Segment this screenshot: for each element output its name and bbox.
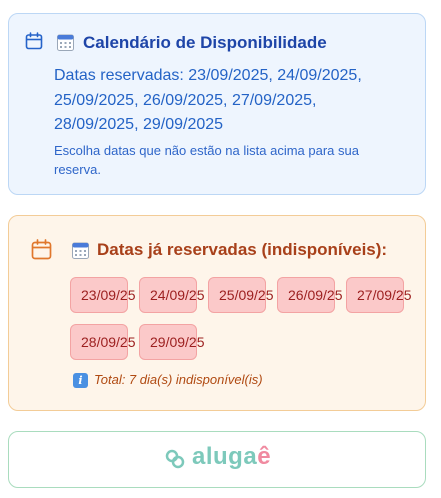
reserved-dates-card: Datas já reservadas (indisponíveis): 23/… [8,215,426,411]
reserved-date-chip: 27/09/25 [346,277,412,313]
reserved-date-label: 28/09/25 [81,334,136,350]
calendar-outline-icon [25,32,43,50]
reserved-date-label: 27/09/25 [357,287,412,303]
info-icon: i [73,373,88,388]
availability-title: Calendário de Disponibilidade [83,33,327,52]
reserved-date-label: 25/09/25 [219,287,274,303]
reserved-date-label: 29/09/25 [150,334,205,350]
reserved-date-chip: 26/09/25 [277,277,343,313]
reserved-date-label: 23/09/25 [81,287,136,303]
reserved-dates-title: Datas já reservadas (indisponíveis): [97,240,388,259]
calendar-outline-icon [31,239,52,260]
calendar-emoji-icon [57,34,74,51]
total-unavailable: Total: 7 dia(s) indisponível(is) [94,372,263,387]
reserved-date-label: 24/09/25 [150,287,205,303]
reserved-date-chip: 25/09/25 [208,277,274,313]
reserved-dates-text: Datas reservadas: 23/09/2025, 24/09/2025… [54,67,362,133]
brand-mark-icon [165,449,185,469]
reserved-date-chip: 29/09/25 [139,324,205,360]
reserved-date-label: 26/09/25 [288,287,343,303]
brand-card[interactable]: alugaê [8,431,426,488]
availability-card: Calendário de Disponibilidade Datas rese… [8,13,426,195]
reserved-date-chip: 24/09/25 [139,277,205,313]
reserved-date-chip: 28/09/25 [70,324,136,360]
reserved-date-chip: 23/09/25 [70,277,136,313]
brand-name: alugaê [192,443,272,470]
availability-note: Escolha datas que não estão na lista aci… [54,143,359,177]
calendar-emoji-icon [72,242,89,259]
